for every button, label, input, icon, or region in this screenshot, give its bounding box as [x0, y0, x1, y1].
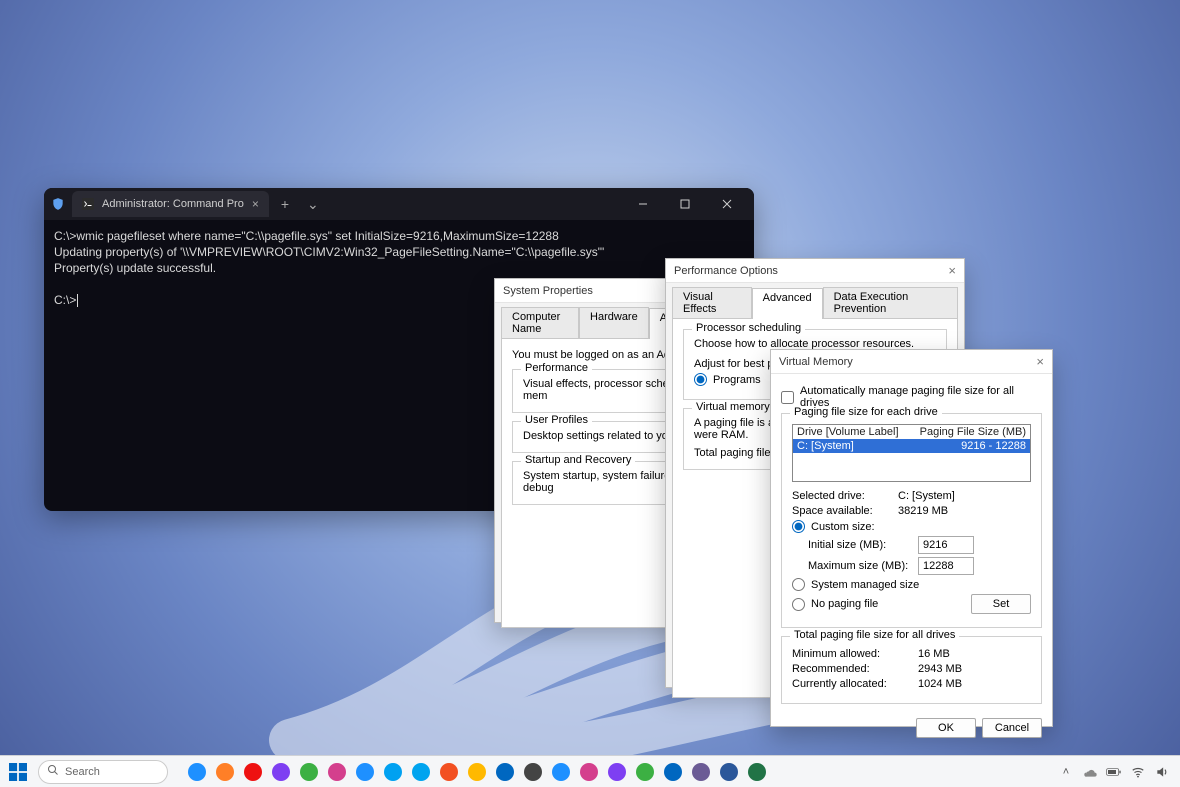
terminal-titlebar[interactable]: Administrator: Command Pro × + ⌄: [44, 188, 754, 220]
taskbar-apps: [186, 761, 768, 783]
no-paging-radio[interactable]: [792, 598, 805, 611]
drive-row-selected[interactable]: C: [System] 9216 - 12288: [793, 439, 1030, 453]
ok-button[interactable]: OK: [916, 718, 976, 738]
custom-size-label: Custom size:: [811, 521, 875, 533]
group-startup-legend: Startup and Recovery: [521, 454, 635, 466]
space-value: 38219 MB: [898, 505, 948, 517]
terminal-tab-title: Administrator: Command Pro: [102, 198, 244, 210]
dialog-title: Virtual Memory: [779, 356, 1036, 368]
cancel-button[interactable]: Cancel: [982, 718, 1042, 738]
group-vmem-legend: Virtual memory: [692, 401, 774, 413]
tab-dropdown-icon[interactable]: ⌄: [301, 196, 325, 213]
custom-size-radio[interactable]: [792, 520, 805, 533]
group-pfsize-legend: Paging file size for each drive: [790, 406, 942, 418]
minimize-button[interactable]: [622, 188, 664, 220]
drive-entry: C: [System]: [797, 440, 961, 452]
set-button[interactable]: Set: [971, 594, 1031, 614]
taskbar-app-icon[interactable]: [270, 761, 292, 783]
drive-header: Drive [Volume Label]: [797, 426, 920, 438]
system-managed-label: System managed size: [811, 579, 919, 591]
onedrive-icon[interactable]: [1082, 764, 1098, 780]
close-icon[interactable]: ×: [948, 263, 956, 278]
tab-advanced[interactable]: Advanced: [752, 288, 823, 319]
taskbar-app-icon[interactable]: [522, 761, 544, 783]
search-box[interactable]: Search: [38, 760, 168, 784]
min-allowed-value: 16 MB: [918, 648, 950, 660]
close-tab-icon[interactable]: ×: [252, 197, 259, 211]
tab-computer-name[interactable]: Computer Name: [501, 307, 579, 338]
taskbar-app-icon[interactable]: [242, 761, 264, 783]
taskbar-app-icon[interactable]: [410, 761, 432, 783]
group-total-legend: Total paging file size for all drives: [790, 629, 959, 641]
initial-size-input[interactable]: [918, 536, 974, 554]
group-scheduling-legend: Processor scheduling: [692, 322, 805, 334]
battery-icon[interactable]: [1106, 764, 1122, 780]
tab-hardware[interactable]: Hardware: [579, 307, 649, 338]
wifi-icon[interactable]: [1130, 764, 1146, 780]
maximum-size-label: Maximum size (MB):: [808, 560, 912, 572]
taskbar-app-icon[interactable]: [578, 761, 600, 783]
current-allocated-value: 1024 MB: [918, 678, 962, 690]
search-icon: [47, 764, 59, 779]
taskbar-app-icon[interactable]: [550, 761, 572, 783]
taskbar-app-icon[interactable]: [494, 761, 516, 783]
new-tab-button[interactable]: +: [275, 196, 295, 212]
taskbar-app-icon[interactable]: [718, 761, 740, 783]
taskbar-app-icon[interactable]: [746, 761, 768, 783]
taskbar-app-icon[interactable]: [690, 761, 712, 783]
taskbar-app-icon[interactable]: [214, 761, 236, 783]
start-button[interactable]: [4, 758, 32, 786]
size-entry: 9216 - 12288: [961, 440, 1026, 452]
taskbar-app-icon[interactable]: [438, 761, 460, 783]
recommended-value: 2943 MB: [918, 663, 962, 675]
initial-size-label: Initial size (MB):: [808, 539, 912, 551]
volume-icon[interactable]: [1154, 764, 1170, 780]
dialog-titlebar[interactable]: Virtual Memory ×: [771, 350, 1052, 374]
close-icon[interactable]: ×: [1036, 354, 1044, 369]
dialog-title: Performance Options: [674, 265, 948, 277]
min-allowed-label: Minimum allowed:: [792, 648, 912, 660]
taskbar-app-icon[interactable]: [298, 761, 320, 783]
maximum-size-input[interactable]: [918, 557, 974, 575]
taskbar-app-icon[interactable]: [634, 761, 656, 783]
close-button[interactable]: [706, 188, 748, 220]
tab-visual-effects[interactable]: Visual Effects: [672, 287, 752, 318]
system-managed-radio[interactable]: [792, 578, 805, 591]
taskbar-app-icon[interactable]: [662, 761, 684, 783]
size-header: Paging File Size (MB): [920, 426, 1026, 438]
taskbar: Search ˄: [0, 755, 1180, 787]
current-allocated-label: Currently allocated:: [792, 678, 912, 690]
tray-chevron-icon[interactable]: ˄: [1058, 764, 1074, 780]
shield-icon: [50, 196, 66, 212]
taskbar-app-icon[interactable]: [354, 761, 376, 783]
group-userprofiles-legend: User Profiles: [521, 414, 592, 426]
virtual-memory-dialog: Virtual Memory × Automatically manage pa…: [770, 349, 1053, 727]
command-prompt-icon: [82, 198, 94, 210]
no-paging-label: No paging file: [811, 598, 965, 610]
search-placeholder: Search: [65, 766, 100, 778]
dialog-titlebar[interactable]: Performance Options ×: [666, 259, 964, 283]
tab-dep[interactable]: Data Execution Prevention: [823, 287, 958, 318]
recommended-label: Recommended:: [792, 663, 912, 675]
drive-listbox[interactable]: Drive [Volume Label] Paging File Size (M…: [792, 424, 1031, 482]
maximize-button[interactable]: [664, 188, 706, 220]
space-label: Space available:: [792, 505, 892, 517]
taskbar-app-icon[interactable]: [186, 761, 208, 783]
tab-strip: Visual Effects Advanced Data Execution P…: [666, 283, 964, 318]
system-tray: ˄: [1058, 764, 1170, 780]
selected-drive-label: Selected drive:: [792, 490, 892, 502]
taskbar-app-icon[interactable]: [606, 761, 628, 783]
group-performance-legend: Performance: [521, 362, 592, 374]
programs-label: Programs: [713, 374, 761, 386]
taskbar-app-icon[interactable]: [382, 761, 404, 783]
terminal-tab[interactable]: Administrator: Command Pro ×: [72, 191, 269, 217]
taskbar-app-icon[interactable]: [466, 761, 488, 783]
programs-radio[interactable]: [694, 373, 707, 386]
selected-drive-value: C: [System]: [898, 490, 955, 502]
taskbar-app-icon[interactable]: [326, 761, 348, 783]
auto-manage-checkbox[interactable]: [781, 391, 794, 404]
